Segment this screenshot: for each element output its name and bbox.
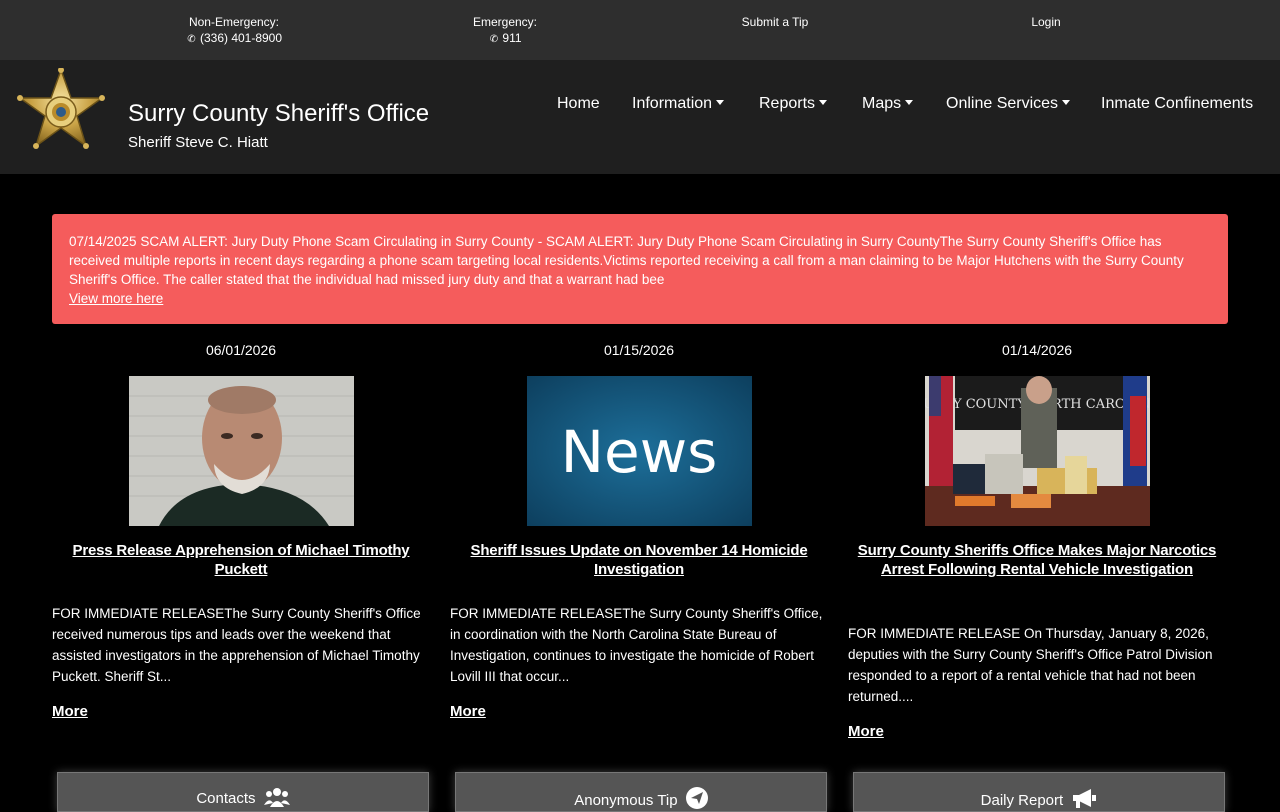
site-subtitle: Sheriff Steve C. Hiatt (128, 134, 268, 151)
news-more-link[interactable]: More (52, 703, 88, 720)
news-date: 01/15/2026 (603, 342, 675, 358)
news-image-label: News (561, 418, 718, 486)
news-image-generic[interactable]: News (527, 376, 752, 526)
news-image-mugshot[interactable] (129, 376, 354, 526)
nav-reports[interactable]: Reports (759, 95, 828, 115)
nav-information[interactable]: Information (632, 95, 725, 115)
caret-down-icon (1062, 100, 1071, 106)
nav-home[interactable]: Home (557, 95, 600, 115)
news-more-link[interactable]: More (450, 703, 486, 720)
phone-icon: ✆ (187, 34, 196, 45)
nav-reports-label: Reports (759, 95, 816, 112)
emergency-label: Emergency: (472, 15, 538, 29)
news-headline-link[interactable]: Press Release Apprehension of Michael Ti… (52, 541, 430, 579)
news-summary: FOR IMMEDIATE RELEASEThe Surry County Sh… (52, 606, 421, 684)
anonymous-tip-button[interactable]: Anonymous Tip (455, 772, 827, 812)
alert-view-more-link[interactable]: View more here (69, 289, 163, 308)
submit-tip-link[interactable]: Submit a Tip (730, 14, 820, 30)
emergency-phone[interactable]: 911 (502, 31, 521, 45)
users-icon (263, 788, 290, 807)
news-card: 06/01/2026 Press Release Apprehension of… (52, 340, 430, 720)
caret-down-icon (819, 100, 828, 106)
news-summary: FOR IMMEDIATE RELEASEThe Surry County Sh… (450, 606, 823, 684)
nav-maps[interactable]: Maps (862, 95, 914, 115)
news-image-evidence[interactable]: SURRY COUNTY NORTH CAROLINA (925, 376, 1150, 526)
alert-text: 07/14/2025 SCAM ALERT: Jury Duty Phone S… (69, 234, 1184, 287)
nav-inmate-confinements[interactable]: Inmate Confinements (1101, 95, 1253, 115)
news-date: 06/01/2026 (205, 342, 277, 358)
news-headline-link[interactable]: Sheriff Issues Update on November 14 Hom… (450, 541, 828, 579)
bullhorn-icon (1073, 789, 1097, 808)
news-summary: FOR IMMEDIATE RELEASE On Thursday, Janua… (848, 626, 1213, 704)
login-link[interactable]: Login (1020, 14, 1072, 30)
news-card: 01/15/2026 News Sheriff Issues Update on… (450, 340, 828, 720)
nav-inmate-label: Inmate Confinements (1101, 95, 1254, 112)
contacts-button[interactable]: Contacts (57, 772, 429, 812)
nav-maps-label: Maps (862, 95, 902, 112)
phone-icon: ✆ (489, 34, 499, 45)
sheriff-badge-logo[interactable] (14, 68, 108, 158)
non-emergency-contact[interactable]: Non-Emergency: ✆ (336) 401-8900 (178, 14, 290, 48)
scam-alert-banner: 07/14/2025 SCAM ALERT: Jury Duty Phone S… (52, 214, 1228, 324)
nav-information-label: Information (632, 95, 713, 112)
daily-report-button[interactable]: Daily Report (853, 772, 1225, 812)
non-emergency-label: Non-Emergency: (188, 15, 280, 29)
news-headline-link[interactable]: Surry County Sheriffs Office Makes Major… (848, 541, 1226, 579)
site-title[interactable]: Surry County Sheriff's Office (128, 100, 429, 128)
daily-report-button-label: Daily Report (980, 792, 1064, 809)
paper-plane-icon (685, 787, 708, 809)
nav-online-services[interactable]: Online Services (946, 95, 1071, 115)
anonymous-tip-button-label: Anonymous Tip (574, 792, 678, 809)
news-card: 01/14/2026 SURRY COUNTY NORTH CAROLINA S… (848, 340, 1226, 740)
top-utility-bar: Non-Emergency: ✆ (336) 401-8900 Emergency… (0, 0, 1280, 60)
emergency-contact[interactable]: Emergency: ✆ 911 (466, 14, 544, 48)
news-date: 01/14/2026 (1001, 342, 1073, 358)
non-emergency-phone[interactable]: (336) 401-8900 (200, 31, 282, 45)
contacts-button-label: Contacts (196, 790, 256, 807)
nav-online-services-label: Online Services (946, 95, 1059, 112)
site-header: Surry County Sheriff's Office Sheriff St… (0, 60, 1280, 174)
news-more-link[interactable]: More (848, 723, 884, 740)
nav-home-label: Home (557, 95, 600, 112)
caret-down-icon (905, 100, 914, 106)
caret-down-icon (716, 100, 725, 106)
